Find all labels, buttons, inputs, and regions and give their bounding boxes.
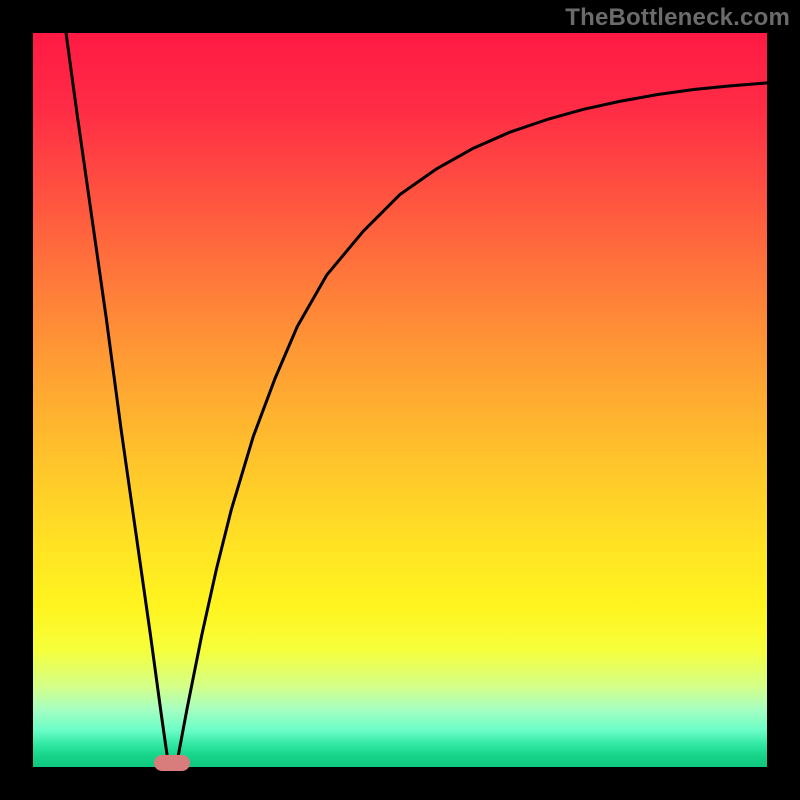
optimal-point-marker (154, 755, 190, 771)
bottleneck-curve (66, 33, 767, 767)
chart-line-layer (33, 33, 767, 767)
chart-plot-area (33, 33, 767, 767)
watermark-text: TheBottleneck.com (565, 4, 790, 32)
chart-frame: TheBottleneck.com (0, 0, 800, 800)
